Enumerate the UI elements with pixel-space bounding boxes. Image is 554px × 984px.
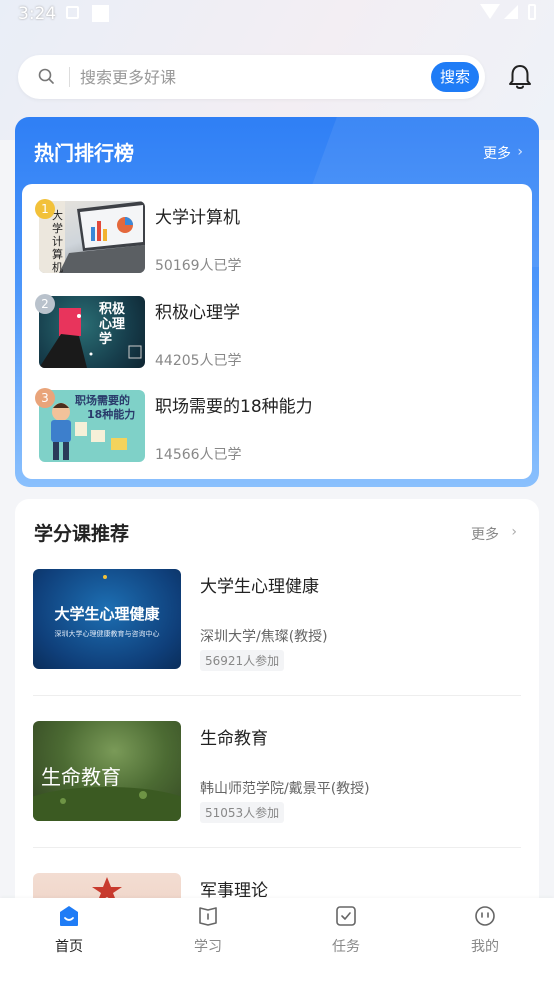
learner-count: 14566人已学: [155, 447, 242, 463]
hot-ranking-item[interactable]: 积极心理学 2 积极心理学 44205人已学: [22, 294, 532, 374]
notification-square-icon: [92, 5, 109, 22]
tab-label: 任务: [332, 939, 360, 955]
course-title: 职场需要的18种能力: [155, 397, 313, 417]
participant-count: 56921人参加: [200, 650, 285, 671]
course-school: 深圳大学/焦璨(教授): [200, 629, 328, 645]
rank-badge: 2: [35, 294, 55, 314]
thumbnail-subtitle: 深圳大学心理健康教育与咨询中心: [54, 630, 160, 638]
search-icon: [38, 68, 54, 84]
tab-tasks[interactable]: 任务: [296, 898, 396, 984]
thumbnail-title-line2: 18种能力: [87, 408, 136, 421]
divider: [33, 695, 521, 696]
search-divider: [69, 67, 70, 87]
tab-profile[interactable]: 我的: [435, 898, 535, 984]
course-item[interactable]: 大学生心理健康 深圳大学心理健康教育与咨询中心 大学生心理健康 深圳大学/焦璨(…: [15, 569, 539, 709]
sparkle-icon: [103, 575, 107, 579]
hot-ranking-list: 大学计算机 1 大学计算机 50169人已学 积极心理学 2 积极心理学 442…: [22, 184, 532, 479]
tab-label: 首页: [55, 939, 83, 955]
course-title: 大学生心理健康: [200, 577, 319, 597]
course-thumbnail: 生命教育: [33, 721, 181, 821]
thumbnail-title: 生命教育: [41, 765, 121, 789]
hot-ranking-title: 热门排行榜: [34, 141, 134, 165]
course-title: 生命教育: [200, 729, 268, 749]
learner-count: 50169人已学: [155, 258, 242, 274]
battery-icon: [528, 4, 536, 20]
book-icon: [199, 907, 217, 926]
status-bar: 3:24: [0, 0, 554, 30]
divider: [33, 847, 521, 848]
course-thumbnail: 大学生心理健康 深圳大学心理健康教育与咨询中心: [33, 569, 181, 669]
search-input[interactable]: [80, 63, 420, 91]
hot-ranking-item[interactable]: 职场需要的 18种能力 3 职场需要的18种能力 14566人已学: [22, 388, 532, 468]
participant-count: 51053人参加: [200, 802, 285, 823]
course-item[interactable]: 生命教育 生命教育 韩山师范学院/戴景平(教授) 51053人参加: [15, 721, 539, 861]
course-title: 积极心理学: [155, 303, 240, 323]
course-thumbnail: 大学计算机: [39, 201, 145, 273]
rank-badge: 3: [35, 388, 55, 408]
home-icon: [60, 906, 78, 926]
credit-courses-title: 学分课推荐: [34, 523, 130, 545]
hot-ranking-item[interactable]: 大学计算机 1 大学计算机 50169人已学: [22, 199, 532, 279]
learner-count: 44205人已学: [155, 353, 242, 369]
tab-home[interactable]: 首页: [19, 898, 119, 984]
course-school: 韩山师范学院/戴景平(教授): [200, 781, 370, 797]
chevron-right-icon[interactable]: ›: [517, 144, 523, 160]
chevron-right-icon[interactable]: ›: [511, 524, 517, 540]
status-time: 3:24: [18, 4, 57, 24]
notification-icon: [66, 6, 79, 19]
thumbnail-title: 大学计算机: [52, 209, 63, 273]
tab-study[interactable]: 学习: [158, 898, 258, 984]
course-title: 大学计算机: [155, 208, 240, 228]
hot-ranking-more-link[interactable]: 更多: [483, 143, 511, 163]
course-thumbnail: 积极心理学: [39, 296, 145, 368]
wifi-icon: [480, 4, 500, 19]
course-thumbnail: 职场需要的 18种能力: [39, 390, 145, 462]
search-button[interactable]: 搜索: [431, 62, 479, 92]
psychology-illustration: [39, 308, 142, 368]
tab-label: 我的: [471, 939, 499, 955]
signal-icon: [504, 5, 518, 19]
tab-label: 学习: [194, 939, 222, 955]
thumbnail-title: 大学生心理健康: [54, 605, 160, 623]
thumbnail-title: 积极心理学: [99, 302, 126, 347]
profile-icon: [475, 906, 495, 926]
credit-courses-card: 学分课推荐 更多 › 大学生心理健康 深圳大学心理健康教育与咨询中心 大学生心理…: [15, 499, 539, 919]
checkbox-icon: [336, 906, 356, 926]
thumbnail-title-line1: 职场需要的: [75, 394, 130, 407]
rank-badge: 1: [35, 199, 55, 219]
hot-ranking-card: 热门排行榜 更多 › 大学计算机 1 大学计算机 50169人已学 积极心理学 …: [15, 117, 539, 487]
bell-icon[interactable]: [505, 62, 535, 92]
bottom-tab-bar: 首页 学习 任务 我的: [0, 898, 554, 984]
search-bar[interactable]: 搜索: [18, 55, 485, 99]
credit-courses-more-link[interactable]: 更多: [471, 524, 499, 544]
